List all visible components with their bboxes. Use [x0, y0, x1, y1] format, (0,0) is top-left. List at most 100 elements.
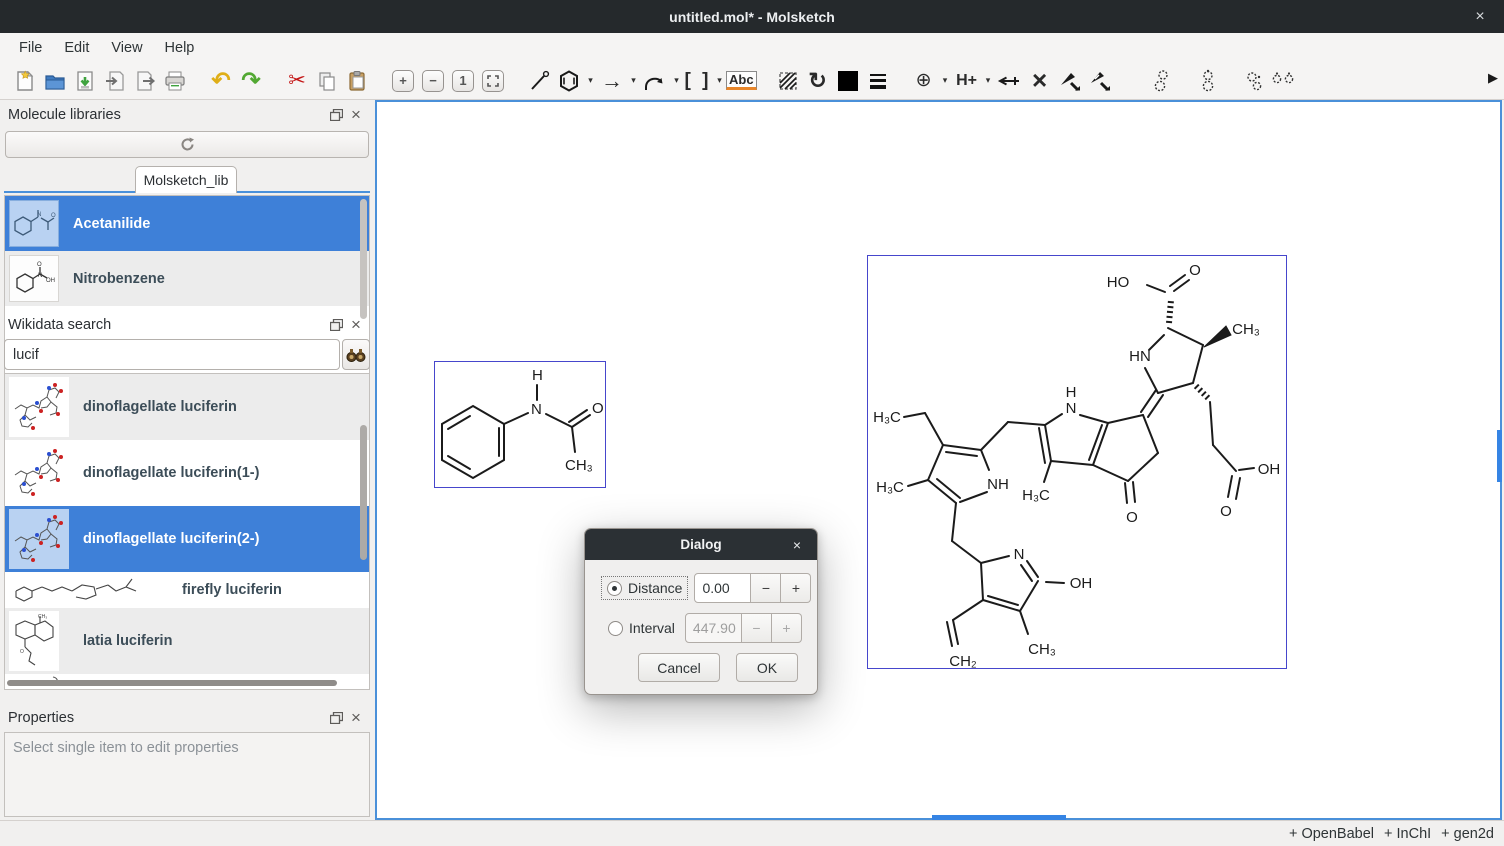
- lone-pair-tool-button[interactable]: [995, 66, 1025, 96]
- text-tool-button[interactable]: Abc: [726, 66, 757, 96]
- draw-bond-button[interactable]: [524, 66, 554, 96]
- close-panel-icon[interactable]: ×: [346, 316, 366, 334]
- interval-value[interactable]: 447.90: [685, 613, 742, 643]
- charge-tool-dropdown[interactable]: ▾: [939, 66, 952, 96]
- arrow-tool-button[interactable]: →: [597, 66, 627, 96]
- wikidata-search-input[interactable]: [4, 339, 340, 370]
- menu-help[interactable]: Help: [154, 36, 206, 60]
- menu-edit[interactable]: Edit: [53, 36, 100, 60]
- save-button[interactable]: [70, 66, 100, 96]
- list-item-nitrobenzene[interactable]: OOHN Nitrobenzene: [5, 251, 369, 306]
- canvas-vscrollbar-thumb[interactable]: [1497, 430, 1502, 482]
- charge-tool-button[interactable]: ⊕: [909, 66, 939, 96]
- redo-button[interactable]: ↷: [236, 66, 266, 96]
- cancel-button[interactable]: Cancel: [638, 653, 720, 682]
- new-document-button[interactable]: [10, 66, 40, 96]
- menu-view[interactable]: View: [100, 36, 153, 60]
- luciferin-thumbnail: [9, 443, 69, 503]
- statusbar: + OpenBabel + InChI + gen2d: [0, 820, 1504, 846]
- export-button[interactable]: [130, 66, 160, 96]
- toolbar-overflow-button[interactable]: ▶: [1488, 70, 1498, 86]
- float-panel-icon[interactable]: [326, 316, 346, 334]
- line-width-button[interactable]: [863, 66, 893, 96]
- zoom-out-button[interactable]: −: [418, 66, 448, 96]
- result-dinoflagellate-luciferin-2[interactable]: dinoflagellate luciferin(2-): [5, 506, 369, 572]
- result-dinoflagellate-luciferin[interactable]: dinoflagellate luciferin: [5, 374, 369, 440]
- mechanism-arrow-button[interactable]: [640, 66, 670, 96]
- delete-tool-button[interactable]: ×: [1025, 66, 1055, 96]
- menu-file[interactable]: File: [8, 36, 53, 60]
- drawing-canvas[interactable]: H N O CH₃: [375, 100, 1502, 820]
- arrow-tool-dropdown[interactable]: ▾: [627, 66, 640, 96]
- wikidata-hscrollbar-thumb[interactable]: [7, 680, 337, 686]
- ring-tool-dropdown[interactable]: ▾: [584, 66, 597, 96]
- atom-label: H₃C: [1022, 487, 1050, 504]
- interval-increment-button[interactable]: +: [772, 613, 802, 643]
- print-button[interactable]: [160, 66, 190, 96]
- refresh-library-button[interactable]: [5, 131, 369, 158]
- titlebar[interactable]: untitled.mol* - Molsketch ×: [0, 0, 1504, 33]
- color-button[interactable]: [833, 66, 863, 96]
- zoom-in-button[interactable]: +: [388, 66, 418, 96]
- hydrogen-tool-button[interactable]: H+: [952, 66, 982, 96]
- curved-arrow-icon: [642, 69, 668, 93]
- toolbar-separator: [266, 66, 282, 96]
- distance-value[interactable]: 0.00: [694, 573, 751, 603]
- mechanism-arrow-dropdown[interactable]: ▾: [670, 66, 683, 96]
- close-panel-icon[interactable]: ×: [346, 106, 366, 124]
- result-firefly-luciferin[interactable]: firefly luciferin: [5, 572, 369, 608]
- conformer-tool-2-button[interactable]: [1193, 66, 1223, 96]
- wedge-bond-up-button[interactable]: [1055, 66, 1085, 96]
- ring-tool-button[interactable]: [554, 66, 584, 96]
- scrollbar-thumb[interactable]: [360, 199, 367, 319]
- distance-radio-group[interactable]: Distance: [604, 579, 685, 597]
- ok-button[interactable]: OK: [736, 653, 798, 682]
- bracket-tool-dropdown[interactable]: ▾: [713, 66, 726, 96]
- open-file-button[interactable]: [40, 66, 70, 96]
- window-close-button[interactable]: ×: [1466, 0, 1494, 33]
- wedge-bond-down-button[interactable]: [1085, 66, 1115, 96]
- dialog-close-button[interactable]: ×: [787, 529, 807, 560]
- close-panel-icon[interactable]: ×: [346, 709, 366, 727]
- distance-increment-button[interactable]: +: [781, 573, 811, 603]
- result-label: dinoflagellate luciferin(1-): [83, 465, 259, 481]
- wikidata-list-scrollbar[interactable]: [359, 375, 368, 690]
- list-item-acetanilide[interactable]: NO Acetanilide: [5, 196, 369, 251]
- dialog-titlebar[interactable]: Dialog ×: [585, 529, 817, 560]
- interval-radio[interactable]: [608, 621, 623, 636]
- rotate-button[interactable]: ↻: [803, 66, 833, 96]
- properties-body: Select single item to edit properties: [4, 732, 370, 817]
- paste-button[interactable]: [342, 66, 372, 96]
- hydrogen-tool-dropdown[interactable]: ▾: [982, 66, 995, 96]
- distance-label[interactable]: Distance: [628, 580, 682, 596]
- conformer-tool-1-button[interactable]: [1147, 66, 1177, 96]
- float-panel-icon[interactable]: [326, 106, 346, 124]
- conformer-tool-3-button[interactable]: [1239, 66, 1269, 96]
- tab-molsketch-lib[interactable]: Molsketch_lib: [135, 166, 237, 193]
- interval-label[interactable]: Interval: [629, 620, 675, 636]
- zoom-original-button[interactable]: 1: [448, 66, 478, 96]
- interval-spinbox: 447.90 − +: [685, 613, 802, 643]
- selection-hatch-button[interactable]: [773, 66, 803, 96]
- arrow-icon: →: [601, 68, 623, 94]
- import-button[interactable]: [100, 66, 130, 96]
- dock-area: Molecule libraries × Molsketch_lib NO Ac…: [0, 100, 374, 820]
- undo-button[interactable]: ↶: [206, 66, 236, 96]
- copy-button[interactable]: [312, 66, 342, 96]
- result-label: dinoflagellate luciferin(2-): [83, 531, 259, 547]
- acetanilide-molecule[interactable]: H N O CH₃: [434, 361, 606, 488]
- float-panel-icon[interactable]: [326, 709, 346, 727]
- interval-row: Interval 447.90 − +: [608, 613, 802, 643]
- luciferin-molecule[interactable]: HO O CH₃ HN H N OH O H₃C H₃C NH H₃C O N …: [867, 255, 1287, 669]
- result-dinoflagellate-luciferin-1[interactable]: dinoflagellate luciferin(1-): [5, 440, 369, 506]
- result-latia-luciferin[interactable]: CH₃O latia luciferin: [5, 608, 369, 674]
- cut-button[interactable]: ✂: [282, 66, 312, 96]
- wikidata-search-button[interactable]: [342, 339, 370, 370]
- distance-decrement-button[interactable]: −: [751, 573, 781, 603]
- zoom-fit-button[interactable]: [478, 66, 508, 96]
- distance-radio[interactable]: [607, 581, 622, 596]
- conformer-tool-4-button[interactable]: [1269, 66, 1299, 96]
- bracket-tool-button[interactable]: [ ]: [683, 66, 713, 96]
- scrollbar-thumb[interactable]: [360, 425, 367, 560]
- interval-decrement-button[interactable]: −: [742, 613, 772, 643]
